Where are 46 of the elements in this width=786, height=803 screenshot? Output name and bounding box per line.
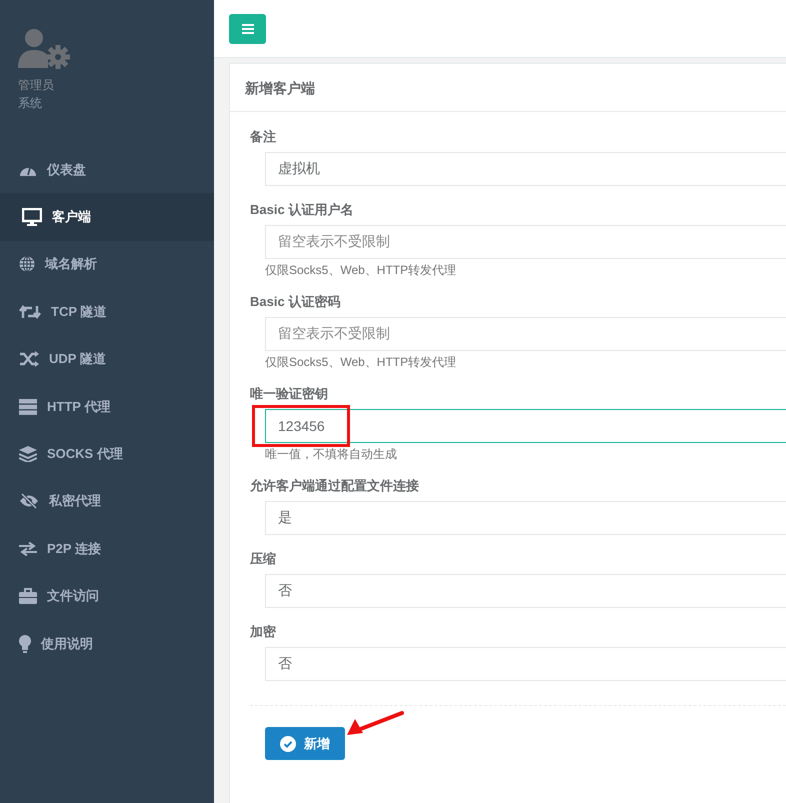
help-text: 仅限Socks5、Web、HTTP转发代理: [265, 354, 458, 370]
select-field[interactable]: 是: [265, 501, 786, 535]
monitor-icon: [22, 208, 42, 226]
briefcase-icon: [19, 588, 37, 604]
input-field[interactable]: 虚拟机: [265, 152, 786, 186]
field-label: 压缩: [250, 550, 276, 568]
sidebar-item[interactable]: 客户端: [0, 193, 214, 241]
sidebar-item[interactable]: UDP 隧道: [0, 336, 214, 383]
sidebar-item[interactable]: 域名解析: [0, 240, 214, 288]
select-field[interactable]: 否: [265, 574, 786, 608]
globe-icon: [19, 256, 35, 272]
input-field[interactable]: 留空表示不受限制: [265, 225, 786, 259]
sidebar-item[interactable]: 文件访问: [0, 572, 214, 620]
eye-slash-icon: [19, 493, 39, 510]
sidebar-item[interactable]: TCP 隧道: [0, 288, 214, 336]
field-label: Basic 认证密码: [250, 293, 340, 311]
input-field[interactable]: 留空表示不受限制: [265, 317, 786, 351]
lightbulb-icon: [19, 634, 31, 653]
user-gear-icon: [18, 28, 70, 70]
input-field[interactable]: 123456: [265, 409, 786, 443]
repeat-icon: [19, 304, 41, 319]
user-role: 系统: [18, 95, 43, 112]
sidebar-item[interactable]: 私密代理: [0, 478, 214, 526]
sidebar-item[interactable]: HTTP 代理: [0, 382, 214, 430]
sidebar-item[interactable]: 仪表盘: [0, 146, 214, 194]
field-label: Basic 认证用户名: [250, 201, 354, 219]
help-text: 唯一值，不填将自动生成: [265, 446, 398, 462]
layers-icon: [19, 446, 37, 462]
menu-icon: [242, 24, 254, 34]
menu-button[interactable]: [229, 14, 266, 44]
field-label: 备注: [250, 128, 276, 146]
sidebar-item[interactable]: 使用说明: [0, 620, 214, 668]
check-circle-icon: [280, 736, 296, 752]
server-icon: [19, 398, 37, 415]
sidebar-item[interactable]: P2P 连接: [0, 525, 214, 573]
select-field[interactable]: 否: [265, 647, 786, 681]
field-label: 加密: [250, 623, 276, 641]
add-button[interactable]: 新增: [265, 727, 345, 760]
field-label: 唯一验证密钥: [250, 385, 328, 403]
shuffle-icon: [19, 351, 39, 368]
sidebar-item[interactable]: SOCKS 代理: [0, 430, 214, 478]
user-name: 管理员: [18, 77, 55, 94]
swap-arrows-icon: [19, 542, 37, 556]
panel-title: 新增客户端: [230, 64, 786, 112]
help-text: 仅限Socks5、Web、HTTP转发代理: [265, 262, 458, 278]
field-label: 允许客户端通过配置文件连接: [250, 477, 419, 495]
